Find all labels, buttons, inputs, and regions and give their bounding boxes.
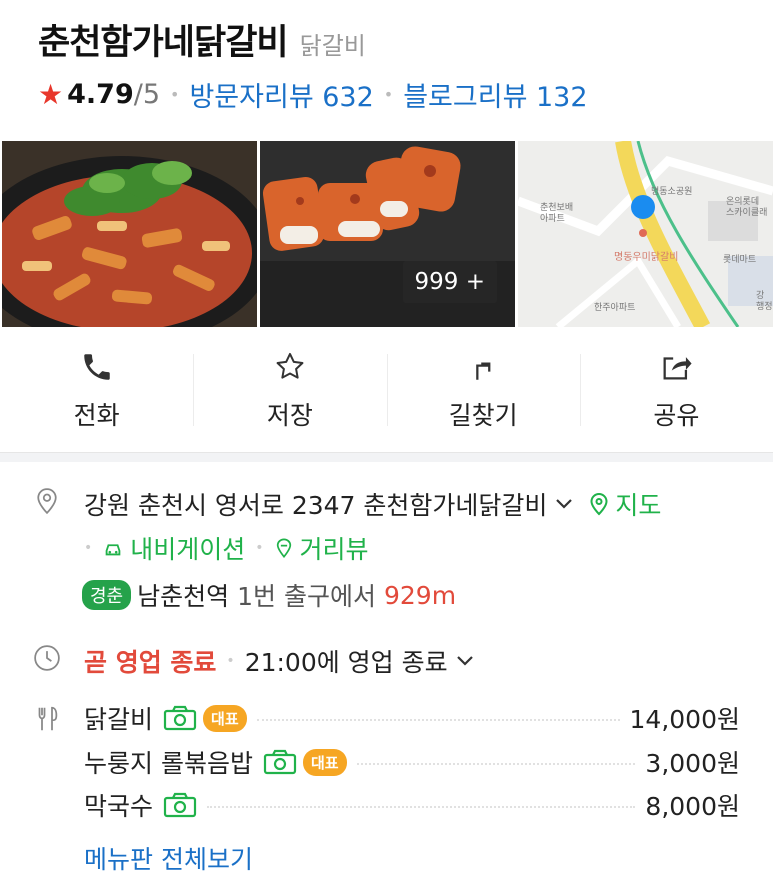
camera-icon xyxy=(263,749,297,775)
map-pin-icon xyxy=(590,492,608,516)
share-button[interactable]: 공유 xyxy=(579,336,773,446)
hours-row[interactable]: 곧 영업 종료 • 21:00에 영업 종료 xyxy=(84,643,474,679)
map-image xyxy=(518,141,773,327)
action-bar: 전화 저장 길찾기 공유 xyxy=(0,336,773,446)
food-photo-2[interactable]: 999 + xyxy=(260,141,515,327)
menu-item[interactable]: 누룽지 롤볶음밥 대표 3,000원 xyxy=(84,744,740,780)
camera-icon xyxy=(163,705,197,731)
save-label: 저장 xyxy=(266,401,313,430)
dotted-leader xyxy=(207,806,636,808)
map-link[interactable]: 지도 xyxy=(615,486,661,522)
navigation-link[interactable]: 내비게이션 xyxy=(130,530,245,566)
separator-dot: • xyxy=(84,540,93,556)
menu-item-price: 8,000원 xyxy=(645,792,740,821)
map-label: 명동소공원 xyxy=(651,187,692,198)
view-full-menu-link[interactable]: 메뉴판 전체보기 xyxy=(84,840,253,874)
chevron-down-icon[interactable] xyxy=(555,498,573,510)
menu-item-name: 닭갈비 xyxy=(84,705,154,734)
map-label: 온의롯데 스카이클래 xyxy=(726,197,767,219)
map-label-text: 온의롯데 스카이클래 xyxy=(726,197,768,218)
place-category: 닭갈비 xyxy=(299,32,366,60)
car-icon xyxy=(105,544,121,556)
signature-badge: 대표 xyxy=(302,748,347,776)
hours-status: 곧 영업 종료 xyxy=(84,648,217,677)
directions-icon xyxy=(476,362,491,380)
map-label-text: 명동소공원 xyxy=(651,187,693,197)
menu-item-price: 3,000원 xyxy=(645,749,740,778)
place-name: 춘천함가네닭갈비 xyxy=(38,23,289,63)
address-row: 강원 춘천시 영서로 2347 춘천함가네닭갈비 지도 xyxy=(84,486,661,522)
subway-exit: 1번 출구에서 xyxy=(237,582,376,611)
call-button[interactable]: 전화 xyxy=(0,336,193,446)
map-label: 한주아파트 xyxy=(594,303,635,314)
location-map-thumbnail[interactable]: 춘천보배 아파트 명동소공원 온의롯데 스카이클래 롯데마트 한주아파트 강 행… xyxy=(518,141,773,327)
place-header: 춘천함가네닭갈비 닭갈비 ★ 4.79 /5 • 방문자리뷰 632 • 블로그… xyxy=(38,14,758,114)
subway-distance: 929m xyxy=(384,580,457,610)
share-icon xyxy=(663,357,692,380)
address-text: 강원 춘천시 영서로 2347 춘천함가네닭갈비 xyxy=(84,491,548,520)
save-button[interactable]: 저장 xyxy=(193,336,386,446)
phone-icon xyxy=(83,354,110,380)
blog-reviews-link[interactable]: 블로그리뷰 132 xyxy=(403,75,587,114)
hours-detail: 21:00에 영업 종료 xyxy=(244,648,448,677)
rating-value: 4.79 xyxy=(67,79,134,110)
separator-dot: • xyxy=(226,653,235,669)
menu-item[interactable]: 닭갈비 대표 14,000원 xyxy=(84,700,740,736)
map-label: 롯데마트 xyxy=(723,255,756,266)
clock-icon xyxy=(34,645,60,671)
map-label-text: 한주아파트 xyxy=(594,303,636,313)
map-label-text: 롯데마트 xyxy=(723,255,757,265)
dakgalbi-pan-image xyxy=(2,141,257,327)
map-label-text: 춘천보배 아파트 xyxy=(540,203,574,224)
subway-row: 경춘 남춘천역 1번 출구에서 929m xyxy=(82,577,456,613)
photo-count-badge[interactable]: 999 + xyxy=(402,261,497,303)
directions-label: 길찾기 xyxy=(448,401,518,430)
chevron-down-icon[interactable] xyxy=(456,655,474,667)
menu-item-price: 14,000원 xyxy=(629,705,740,734)
address-links-row: • 내비게이션 • 거리뷰 xyxy=(84,530,369,566)
street-view-link[interactable]: 거리뷰 xyxy=(300,530,369,566)
street-view-icon xyxy=(276,538,291,558)
title-row: 춘천함가네닭갈비 닭갈비 xyxy=(38,14,758,65)
signature-badge: 대표 xyxy=(203,704,247,732)
food-photo-1[interactable] xyxy=(2,141,257,327)
star-rating-icon: ★ xyxy=(38,78,64,111)
separator-dot: • xyxy=(255,540,264,556)
map-pin-label: 명동우미닭갈비 xyxy=(614,252,679,263)
rating-row: ★ 4.79 /5 • 방문자리뷰 632 • 블로그리뷰 132 xyxy=(38,75,758,114)
star-icon xyxy=(276,352,304,379)
menu-item[interactable]: 막국수 8,000원 xyxy=(84,787,740,823)
photo-strip: 999 + 춘천보배 아파트 명동소공원 온의롯데 스카이클래 롯데마트 한주아… xyxy=(0,141,773,327)
menu-item-name: 막국수 xyxy=(84,792,154,821)
separator-dot: • xyxy=(170,85,180,104)
subway-line-badge: 경춘 xyxy=(82,580,132,610)
menu-item-name: 누룽지 롤볶음밥 xyxy=(84,749,253,778)
location-pin-icon xyxy=(37,488,57,515)
map-label-text: 강 행정복 xyxy=(756,291,773,312)
camera-icon xyxy=(163,792,197,818)
share-label: 공유 xyxy=(653,401,700,430)
fork-knife-icon xyxy=(38,706,58,731)
separator-dot: • xyxy=(383,85,394,104)
map-label: 춘천보배 아파트 xyxy=(540,203,573,225)
subway-station: 남춘천역 xyxy=(137,582,230,611)
map-label: 강 행정복 xyxy=(756,291,773,313)
dotted-leader xyxy=(356,763,636,765)
call-label: 전화 xyxy=(73,401,120,430)
section-divider xyxy=(0,452,773,462)
rating-max: /5 xyxy=(133,79,161,110)
dotted-leader xyxy=(256,719,620,721)
directions-button[interactable]: 길찾기 xyxy=(386,336,580,446)
visitor-reviews-link[interactable]: 방문자리뷰 632 xyxy=(189,75,373,114)
